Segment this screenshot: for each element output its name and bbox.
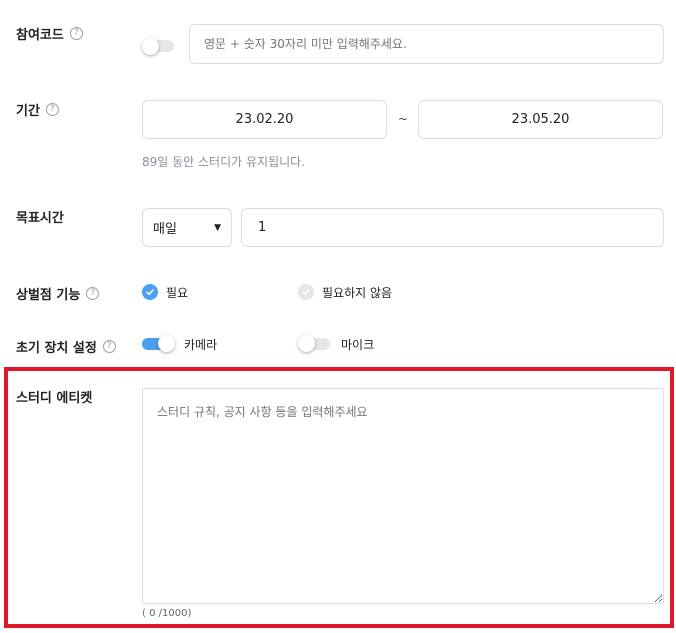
end-date-value: 23.05.20: [511, 112, 570, 127]
period-note: 89일 동안 스터디가 유지됩니다.: [142, 155, 306, 169]
participation-code-label-text: 참여코드: [16, 28, 64, 43]
start-date-value: 23.02.20: [235, 112, 294, 127]
option-not-required-label: 필요하지 않음: [322, 286, 393, 300]
goal-time-value: 1: [258, 220, 267, 235]
radio-option-required[interactable]: 필요: [142, 283, 282, 301]
help-icon[interactable]: ?: [86, 287, 100, 300]
study-etiquette-label-text: 스터디 에티켓: [16, 391, 93, 406]
participation-code-toggle[interactable]: [142, 38, 174, 56]
help-icon[interactable]: ?: [69, 27, 83, 40]
help-icon[interactable]: ?: [102, 340, 116, 353]
study-etiquette-label: 스터디 에티켓: [16, 387, 92, 406]
check-circle-icon: [142, 284, 158, 300]
start-date-field[interactable]: 23.02.20: [142, 100, 387, 139]
study-etiquette-textarea[interactable]: [142, 388, 664, 604]
mic-label: 마이크: [341, 338, 375, 352]
participation-code-input[interactable]: [189, 24, 664, 64]
character-counter: ( 0 /1000): [142, 608, 192, 619]
end-date-field[interactable]: 23.05.20: [418, 100, 663, 139]
mic-toggle[interactable]: 마이크: [298, 335, 398, 353]
goal-time-label: 목표시간: [16, 207, 64, 226]
toggle-knob: [158, 335, 175, 352]
check-circle-icon: [298, 284, 314, 300]
help-icon[interactable]: ?: [45, 103, 59, 116]
participation-code-label: 참여코드 ?: [16, 24, 83, 43]
radio-option-not-required[interactable]: 필요하지 않음: [298, 283, 458, 301]
caret-down-icon: ▼: [214, 222, 221, 233]
frequency-select[interactable]: 매일 ▼: [142, 208, 232, 247]
goal-time-input[interactable]: 1: [241, 208, 664, 247]
toggle-knob: [142, 38, 159, 55]
date-separator: ~: [398, 112, 409, 126]
camera-toggle[interactable]: 카메라: [142, 335, 242, 353]
goal-time-label-text: 목표시간: [16, 211, 64, 226]
option-required-label: 필요: [166, 286, 189, 300]
frequency-selected-value: 매일: [153, 222, 177, 237]
reward-penalty-label-text: 상벌점 기능: [16, 288, 81, 303]
period-label-text: 기간: [16, 104, 40, 119]
device-setting-label-text: 초기 장치 설정: [16, 341, 97, 356]
device-setting-label: 초기 장치 설정 ?: [16, 337, 116, 356]
reward-penalty-label: 상벌점 기능 ?: [16, 284, 100, 303]
camera-label: 카메라: [184, 338, 218, 352]
period-label: 기간 ?: [16, 100, 59, 119]
toggle-knob: [298, 335, 315, 352]
